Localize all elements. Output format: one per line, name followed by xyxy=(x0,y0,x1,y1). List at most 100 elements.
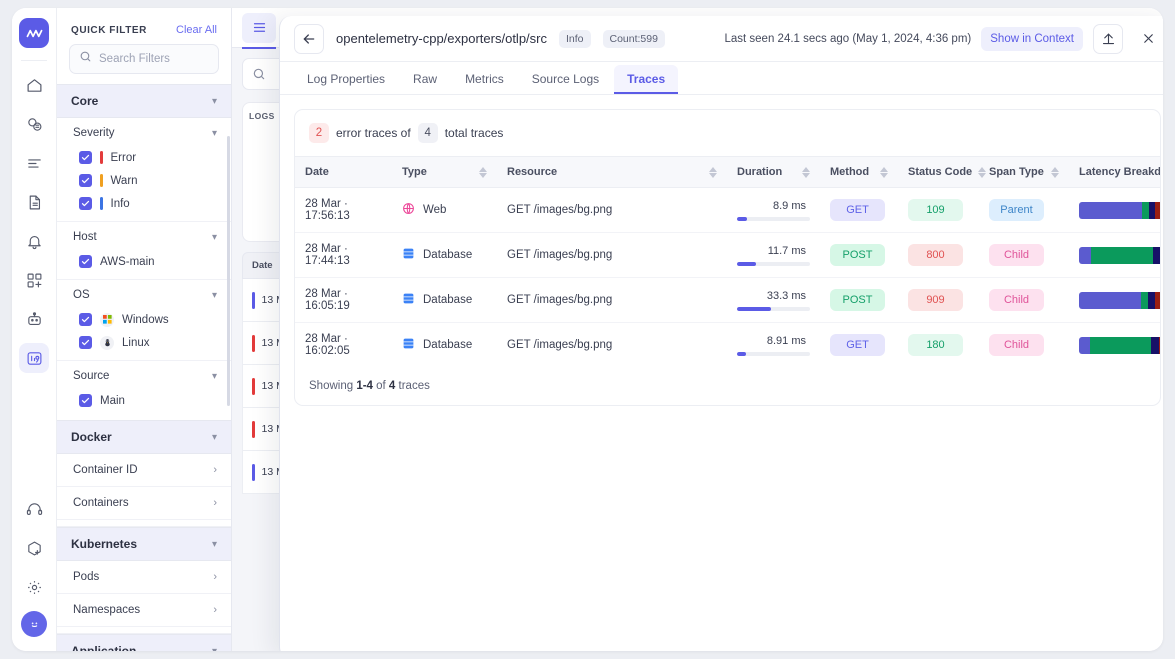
sort-icon[interactable] xyxy=(1051,166,1059,178)
upload-icon[interactable] xyxy=(1093,23,1123,54)
trace-explorer-icon[interactable] xyxy=(19,343,49,373)
filter-link-containers[interactable]: Containers › xyxy=(57,487,231,520)
filter-group-kubernetes[interactable]: Kubernetes ▾ xyxy=(57,527,231,561)
linux-icon xyxy=(100,335,114,350)
section-label: Source xyxy=(73,370,110,382)
filter-section-os[interactable]: OS ▾ xyxy=(57,279,231,308)
checkbox-checked-icon[interactable] xyxy=(79,197,92,210)
cell-latency-breakdown xyxy=(1069,277,1160,323)
quick-filter-list: Core ▾ Severity ▾ Error Warn Info Host ▾… xyxy=(57,84,231,651)
back-arrow-icon[interactable] xyxy=(294,23,324,54)
filter-link-namespaces[interactable]: Namespaces › xyxy=(57,594,231,627)
package-add-icon[interactable] xyxy=(19,533,49,563)
latency-bar[interactable] xyxy=(1079,246,1160,264)
filter-group-application[interactable]: Application ▾ xyxy=(57,634,231,651)
search-filters-box[interactable] xyxy=(69,44,219,74)
latency-bar[interactable] xyxy=(1079,336,1160,354)
filter-group-docker[interactable]: Docker ▾ xyxy=(57,420,231,454)
tab-source-logs[interactable]: Source Logs xyxy=(519,65,612,94)
cell-type: Web xyxy=(392,187,497,233)
filter-option-windows[interactable]: Windows xyxy=(57,308,231,331)
filter-option-linux[interactable]: Linux xyxy=(57,331,231,354)
tab-raw[interactable]: Raw xyxy=(400,65,450,94)
clear-all-button[interactable]: Clear All xyxy=(176,24,217,36)
tab-metrics[interactable]: Metrics xyxy=(452,65,517,94)
search-filters-input[interactable] xyxy=(99,53,209,65)
filter-option-main[interactable]: Main xyxy=(57,389,231,412)
column-header-resource[interactable]: Resource xyxy=(497,156,727,188)
settings-gear-icon[interactable] xyxy=(19,572,49,602)
filter-link-container-id[interactable]: Container ID › xyxy=(57,454,231,487)
filter-option-error[interactable]: Error xyxy=(57,146,231,169)
tab-traces[interactable]: Traces xyxy=(614,65,679,94)
alerts-bell-icon[interactable] xyxy=(19,226,49,256)
cell-date: 28 Mar · 17:44:13 xyxy=(295,232,392,278)
table-row[interactable]: 28 Mar · 16:02:05 Database GET /images/bg.… xyxy=(295,323,1160,368)
quick-filter-scrollbar[interactable] xyxy=(227,136,230,406)
sort-icon[interactable] xyxy=(802,166,810,178)
filter-option-warn[interactable]: Warn xyxy=(57,169,231,192)
latency-bar[interactable] xyxy=(1079,201,1160,219)
sort-icon[interactable] xyxy=(978,166,987,178)
sort-icon[interactable] xyxy=(479,166,487,178)
latency-bar[interactable] xyxy=(1079,291,1160,309)
chevron-down-icon: ▾ xyxy=(211,370,217,382)
cell-latency-breakdown xyxy=(1069,187,1160,233)
column-header-type[interactable]: Type xyxy=(392,156,497,188)
brand-logo-icon[interactable] xyxy=(19,18,49,48)
list-view-icon[interactable] xyxy=(242,12,276,49)
checkbox-checked-icon[interactable] xyxy=(79,174,92,187)
column-header-duration[interactable]: Duration xyxy=(727,156,820,188)
latency-segment xyxy=(1158,336,1160,354)
chevron-down-icon: ▾ xyxy=(211,645,217,652)
cell-type: Database xyxy=(392,323,497,368)
column-header-status-code[interactable]: Status Code xyxy=(898,156,987,188)
cell-status-code: 909 xyxy=(898,277,979,323)
filter-option-aws-main[interactable]: AWS-main xyxy=(57,250,231,273)
show-in-context-button[interactable]: Show in Context xyxy=(981,26,1083,51)
checkbox-checked-icon[interactable] xyxy=(79,151,92,164)
severity-color-bar xyxy=(100,174,103,187)
table-row[interactable]: 28 Mar · 17:56:13 Web GET /images/bg.png 8.… xyxy=(295,187,1160,233)
support-headset-icon[interactable] xyxy=(19,494,49,524)
header-label: Date xyxy=(305,166,329,178)
filter-link-pods[interactable]: Pods › xyxy=(57,561,231,594)
status-badge: 909 xyxy=(908,289,963,311)
showing-middle: of xyxy=(372,380,389,392)
filter-section-source[interactable]: Source ▾ xyxy=(57,360,231,389)
checkbox-checked-icon[interactable] xyxy=(79,255,92,268)
column-header-method[interactable]: Method xyxy=(820,156,898,188)
column-header-latency-breakdown[interactable]: Latency Breakdown xyxy=(1069,156,1160,188)
table-header-row: Date Type Resource Duration Method Statu… xyxy=(295,156,1160,188)
checkbox-checked-icon[interactable] xyxy=(79,394,92,407)
user-avatar[interactable] xyxy=(21,611,47,637)
home-icon[interactable] xyxy=(19,70,49,100)
table-row[interactable]: 28 Mar · 17:44:13 Database GET /images/bg.… xyxy=(295,232,1160,278)
document-icon[interactable] xyxy=(19,187,49,217)
filter-section-host[interactable]: Host ▾ xyxy=(57,221,231,250)
column-header-span-type[interactable]: Span Type xyxy=(979,156,1069,188)
table-row[interactable]: 28 Mar · 16:05:19 Database GET /images/bg.… xyxy=(295,277,1160,323)
severity-color-bar xyxy=(252,334,255,352)
quick-filter-header: QUICK FILTER Clear All xyxy=(57,8,231,44)
close-icon[interactable] xyxy=(1133,23,1163,54)
column-header-date[interactable]: Date xyxy=(295,156,392,188)
sort-icon[interactable] xyxy=(709,166,717,178)
checkbox-checked-icon[interactable] xyxy=(79,336,92,349)
chevron-right-icon: › xyxy=(213,571,217,583)
showing-range: 1-4 xyxy=(356,380,373,392)
services-icon[interactable] xyxy=(19,109,49,139)
checkbox-checked-icon[interactable] xyxy=(79,313,92,326)
chevron-down-icon: ▾ xyxy=(211,431,217,443)
section-gap xyxy=(57,627,231,634)
bot-icon[interactable] xyxy=(19,304,49,334)
filter-option-info[interactable]: Info xyxy=(57,192,231,215)
link-label: Container ID xyxy=(73,464,138,476)
latency-segment xyxy=(1090,336,1152,354)
logs-icon[interactable] xyxy=(19,148,49,178)
filter-group-core[interactable]: Core ▾ xyxy=(57,84,231,118)
filter-section-severity[interactable]: Severity ▾ xyxy=(57,118,231,146)
tab-log-properties[interactable]: Log Properties xyxy=(294,65,398,94)
dashboard-add-icon[interactable] xyxy=(19,265,49,295)
sort-icon[interactable] xyxy=(880,166,888,178)
